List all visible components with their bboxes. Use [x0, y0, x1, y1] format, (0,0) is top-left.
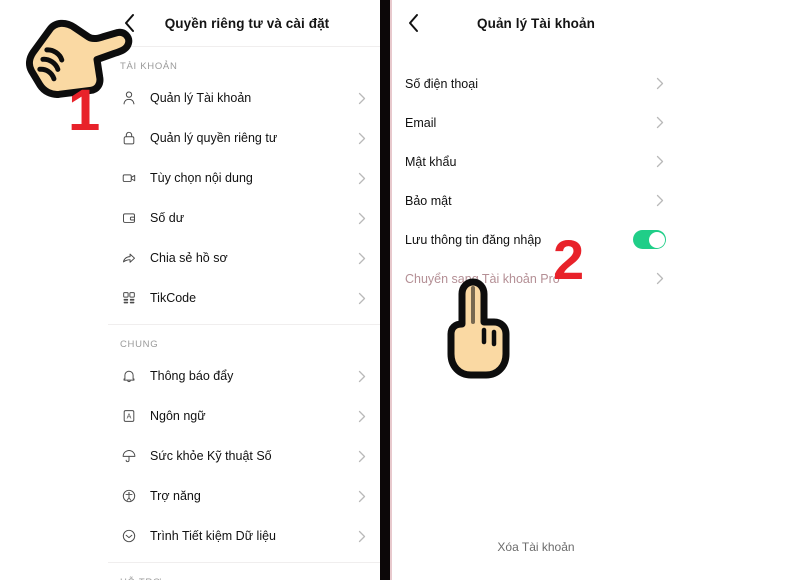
chevron-right-icon: [356, 450, 368, 462]
chevron-right-icon: [356, 212, 368, 224]
sidebar-item-label: Quản lý quyền riêng tư: [150, 131, 278, 145]
qr-code-icon: [120, 289, 138, 307]
account-item-label: Chuyển sang Tài khoản Pro: [405, 271, 560, 286]
account-management-panel: Quản lý Tài khoản Số điện thoại Email Mậ…: [392, 0, 680, 580]
sidebar-item-digital-wellbeing[interactable]: Sức khỏe Kỹ thuật Số: [108, 436, 380, 476]
screenshot-root: Quyền riêng tư và cài đặt TÀI KHOẢN Quản…: [0, 0, 800, 580]
sidebar-item-label: Quản lý Tài khoản: [150, 91, 252, 105]
privacy-settings-panel: Quyền riêng tư và cài đặt TÀI KHOẢN Quản…: [108, 0, 380, 580]
bell-icon: [120, 367, 138, 385]
section-header-general: CHUNG: [120, 339, 159, 350]
sidebar-item-label: Tùy chọn nội dung: [150, 171, 253, 185]
account-item-email[interactable]: Email: [392, 103, 680, 142]
chevron-right-icon: [654, 77, 666, 90]
sidebar-item-content-preferences[interactable]: Tùy chọn nội dung: [108, 158, 380, 198]
account-item-security[interactable]: Bảo mật: [392, 181, 680, 220]
chevron-right-icon: [356, 410, 368, 422]
chevron-right-icon: [356, 252, 368, 264]
step-marker-1: 1: [68, 78, 101, 143]
account-item-label: Số điện thoại: [405, 76, 478, 91]
account-item-label: Email: [405, 115, 437, 130]
person-icon: [120, 89, 138, 107]
chevron-right-icon: [654, 272, 666, 285]
sidebar-item-accessibility[interactable]: Trợ năng: [108, 476, 380, 516]
chevron-right-icon: [654, 116, 666, 129]
sidebar-item-label: TikCode: [150, 291, 197, 305]
panel-gutter: [380, 0, 390, 580]
sidebar-item-manage-privacy[interactable]: Quản lý quyền riêng tư: [108, 118, 380, 158]
left-navbar: Quyền riêng tư và cài đặt: [108, 0, 380, 46]
sidebar-item-label: Trình Tiết kiệm Dữ liệu: [150, 529, 276, 543]
sidebar-item-share-profile[interactable]: Chia sẻ hồ sơ: [108, 238, 380, 278]
chevron-right-icon: [654, 155, 666, 168]
sidebar-item-label: Thông báo đẩy: [150, 369, 234, 383]
right-navbar: Quản lý Tài khoản: [392, 0, 680, 46]
chevron-right-icon: [356, 172, 368, 184]
svg-text:A: A: [127, 413, 132, 421]
account-item-password[interactable]: Mật khẩu: [392, 142, 680, 181]
sidebar-item-label: Số dư: [150, 211, 185, 225]
chevron-right-icon: [356, 370, 368, 382]
back-button-right[interactable]: [400, 10, 426, 36]
chevron-right-icon: [356, 530, 368, 542]
sidebar-item-balance[interactable]: Số dư: [108, 198, 380, 238]
account-item-label: Lưu thông tin đăng nhập: [405, 232, 542, 247]
page-title-left: Quyền riêng tư và cài đặt: [164, 15, 330, 31]
delete-account-area: Xóa Tài khoản: [392, 538, 680, 556]
chevron-right-icon: [356, 490, 368, 502]
chevron-right-icon: [356, 92, 368, 104]
share-arrow-icon: [120, 249, 138, 267]
page-title-right: Quản lý Tài khoản: [477, 15, 595, 31]
account-item-phone-number[interactable]: Số điện thoại: [392, 64, 680, 103]
sidebar-item-label: Trợ năng: [150, 489, 201, 503]
data-saver-icon: [120, 527, 138, 545]
account-item-switch-to-pro[interactable]: Chuyển sang Tài khoản Pro: [392, 259, 680, 298]
lock-icon: [120, 129, 138, 147]
sidebar-item-manage-account[interactable]: Quản lý Tài khoản: [108, 78, 380, 118]
chevron-right-icon: [356, 132, 368, 144]
toggle-knob: [648, 231, 665, 248]
chevron-left-icon: [123, 13, 136, 33]
save-login-info-toggle[interactable]: [633, 230, 666, 249]
sidebar-item-label: Sức khỏe Kỹ thuật Số: [150, 449, 272, 463]
sidebar-item-push-notifications[interactable]: Thông báo đẩy: [108, 356, 380, 396]
language-icon: A: [120, 407, 138, 425]
sidebar-item-data-saver[interactable]: Trình Tiết kiệm Dữ liệu: [108, 516, 380, 556]
sidebar-item-label: Ngôn ngữ: [150, 409, 206, 423]
umbrella-icon: [120, 447, 138, 465]
chevron-right-icon: [654, 194, 666, 207]
sidebar-item-label: Chia sẻ hồ sơ: [150, 251, 228, 265]
account-item-label: Bảo mật: [405, 193, 452, 208]
section-header-support: HỖ TRỢ: [108, 563, 380, 580]
back-button-left[interactable]: [116, 10, 142, 36]
chevron-right-icon: [356, 292, 368, 304]
wallet-icon: [120, 209, 138, 227]
delete-account-link[interactable]: Xóa Tài khoản: [497, 540, 574, 554]
accessibility-icon: [120, 487, 138, 505]
chevron-left-icon: [407, 13, 420, 33]
sidebar-item-language[interactable]: A Ngôn ngữ: [108, 396, 380, 436]
account-item-label: Mật khẩu: [405, 154, 457, 169]
step-marker-2: 2: [553, 228, 585, 291]
section-header-account: TÀI KHOẢN: [120, 61, 178, 72]
video-camera-icon: [120, 169, 138, 187]
sidebar-item-tikcode[interactable]: TikCode: [108, 278, 380, 318]
account-item-save-login-info[interactable]: Lưu thông tin đăng nhập: [392, 220, 680, 259]
